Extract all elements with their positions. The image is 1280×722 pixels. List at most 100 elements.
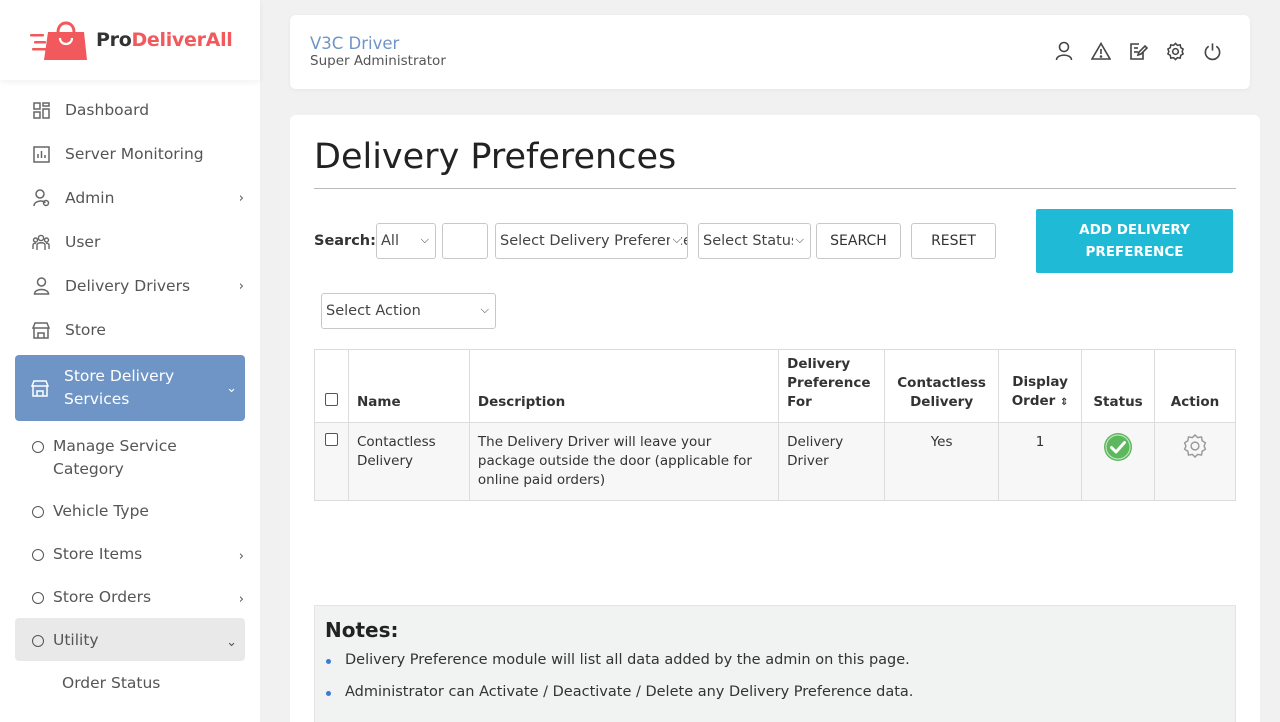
sidebar-subitem-store-items[interactable]: Store Items › bbox=[0, 532, 260, 575]
column-header-name[interactable]: Name bbox=[347, 349, 470, 423]
sidebar-item-delivery-drivers[interactable]: Delivery Drivers › bbox=[0, 264, 260, 308]
sidebar-subitem-label: Utility bbox=[53, 631, 99, 649]
column-header-status: Status bbox=[1081, 349, 1156, 423]
store-icon bbox=[31, 379, 49, 397]
header-user-name[interactable]: V3C Driver bbox=[310, 34, 399, 53]
reset-button[interactable]: RESET bbox=[911, 223, 996, 259]
chevron-down-icon: ⌵ bbox=[477, 303, 489, 317]
circle-bullet-icon bbox=[32, 635, 44, 647]
circle-bullet-icon bbox=[32, 506, 44, 518]
sidebar-item-label: Store bbox=[65, 321, 106, 339]
cell-contactless: Yes bbox=[884, 422, 1000, 501]
sidebar-item-server-monitoring[interactable]: Server Monitoring bbox=[0, 132, 260, 176]
column-header-display-order[interactable]: Display Order ⇕ bbox=[998, 349, 1083, 423]
table-row: Contactless Delivery The Delivery Driver… bbox=[314, 422, 1236, 501]
delivery-preferences-table: Name Description Delivery Preference For… bbox=[314, 349, 1236, 501]
chevron-down-icon: ⌵ bbox=[792, 233, 804, 247]
brand-logo[interactable]: ProDeliverAll bbox=[0, 0, 260, 80]
sidebar-subitem-label: Store Items bbox=[53, 545, 143, 563]
sidebar-item-store-delivery-services[interactable]: Store Delivery Services ⌄ bbox=[15, 355, 245, 421]
chevron-right-icon: › bbox=[238, 592, 244, 607]
sidebar-subitem-label: Store Orders bbox=[53, 588, 152, 606]
search-input[interactable] bbox=[442, 223, 488, 259]
main-content: Delivery Preferences Search: All ⌵ Selec… bbox=[290, 115, 1260, 722]
sidebar-item-label: User bbox=[65, 233, 101, 251]
brand-name: ProDeliverAll bbox=[96, 29, 233, 51]
chart-icon bbox=[32, 145, 50, 163]
page-title: Delivery Preferences bbox=[314, 137, 677, 177]
filter-all-select[interactable]: All ⌵ bbox=[376, 223, 436, 259]
add-button-line1: ADD DELIVERY bbox=[1079, 222, 1190, 238]
status-select-value: Select Status bbox=[703, 233, 799, 249]
column-header-preference-for: Delivery Preference For bbox=[778, 349, 886, 423]
driver-icon bbox=[32, 277, 50, 295]
row-select-cell bbox=[314, 422, 349, 501]
active-status-check-icon[interactable] bbox=[1103, 432, 1133, 462]
sidebar-item-dashboard[interactable]: Dashboard bbox=[0, 88, 260, 132]
circle-bullet-icon bbox=[32, 549, 44, 561]
power-icon[interactable] bbox=[1202, 41, 1222, 61]
sidebar-item-label: Server Monitoring bbox=[65, 145, 204, 163]
header-user-role: Super Administrator bbox=[310, 53, 446, 69]
users-icon bbox=[32, 233, 50, 251]
store-icon bbox=[32, 321, 50, 339]
title-divider bbox=[314, 188, 1236, 189]
sidebar-subitem-vehicle-type[interactable]: Vehicle Type bbox=[0, 489, 260, 532]
chevron-right-icon: › bbox=[238, 190, 244, 206]
brand-rest: DeliverAll bbox=[131, 29, 233, 51]
sidebar: ProDeliverAll Dashboard Server Monitorin… bbox=[0, 0, 260, 722]
shopping-bag-logo-icon bbox=[30, 18, 88, 62]
column-header-description: Description bbox=[468, 349, 780, 423]
brand-pro: Pro bbox=[96, 29, 132, 51]
edit-icon[interactable] bbox=[1128, 41, 1148, 61]
delivery-preference-select[interactable]: Select Delivery Preference ⌵ bbox=[495, 223, 688, 259]
select-action-value: Select Action bbox=[326, 303, 421, 319]
settings-icon[interactable] bbox=[1165, 41, 1185, 61]
sidebar-subsubitem-label: Order Status bbox=[62, 674, 161, 692]
select-all-header bbox=[314, 349, 349, 423]
cell-preference-for: Delivery Driver bbox=[778, 422, 886, 501]
select-all-checkbox[interactable] bbox=[324, 393, 338, 406]
sidebar-item-store[interactable]: Store bbox=[0, 308, 260, 352]
sidebar-item-label: Store Delivery Services bbox=[64, 367, 175, 408]
circle-bullet-icon bbox=[32, 441, 44, 453]
chevron-down-icon: ⌄ bbox=[226, 380, 237, 396]
gear-icon[interactable] bbox=[1182, 433, 1208, 459]
sidebar-nav: Dashboard Server Monitoring Admin › User bbox=[0, 80, 260, 705]
top-header: V3C Driver Super Administrator bbox=[290, 15, 1250, 89]
sidebar-subitem-manage-service-category[interactable]: Manage Service Category bbox=[0, 424, 260, 489]
search-button[interactable]: SEARCH bbox=[816, 223, 901, 259]
column-header-action: Action bbox=[1154, 349, 1236, 423]
profile-icon[interactable] bbox=[1054, 41, 1074, 61]
note-item: Delivery Preference module will list all… bbox=[325, 652, 1225, 668]
chevron-right-icon: › bbox=[238, 549, 244, 564]
search-label: Search: bbox=[314, 233, 376, 249]
sort-icon[interactable]: ⇕ bbox=[1060, 397, 1068, 408]
sidebar-subitem-utility[interactable]: Utility ⌄ bbox=[15, 618, 245, 661]
cell-description: The Delivery Driver will leave your pack… bbox=[468, 422, 780, 501]
sidebar-subitem-label: Vehicle Type bbox=[53, 502, 149, 520]
column-header-contactless: Contactless Delivery bbox=[884, 349, 1000, 423]
dashboard-icon bbox=[32, 101, 50, 119]
row-checkbox[interactable] bbox=[324, 433, 338, 446]
select-action-dropdown[interactable]: Select Action ⌵ bbox=[321, 293, 496, 329]
note-item: Administrator can Activate / Deactivate … bbox=[325, 684, 1225, 700]
cell-name: Contactless Delivery bbox=[347, 422, 470, 501]
table-header-row: Name Description Delivery Preference For… bbox=[314, 349, 1236, 423]
sidebar-item-label: Delivery Drivers bbox=[65, 277, 191, 295]
sidebar-item-label: Dashboard bbox=[65, 101, 150, 119]
add-button-line2: PREFERENCE bbox=[1085, 244, 1184, 260]
notes-panel: Notes: Delivery Preference module will l… bbox=[314, 605, 1236, 722]
sidebar-subsubitem-order-status[interactable]: Order Status bbox=[0, 661, 260, 705]
cell-status bbox=[1081, 422, 1156, 501]
sidebar-item-admin[interactable]: Admin › bbox=[0, 176, 260, 220]
alert-icon[interactable] bbox=[1091, 41, 1111, 61]
admin-user-icon bbox=[32, 189, 50, 207]
status-select[interactable]: Select Status ⌵ bbox=[698, 223, 811, 259]
sidebar-subitem-label: Manage Service Category bbox=[53, 437, 177, 478]
sidebar-item-user[interactable]: User bbox=[0, 220, 260, 264]
chevron-down-icon: ⌵ bbox=[669, 233, 681, 247]
sidebar-subitem-store-orders[interactable]: Store Orders › bbox=[0, 575, 260, 618]
chevron-right-icon: › bbox=[238, 278, 244, 294]
add-delivery-preference-button[interactable]: ADD DELIVERY PREFERENCE bbox=[1036, 209, 1233, 273]
